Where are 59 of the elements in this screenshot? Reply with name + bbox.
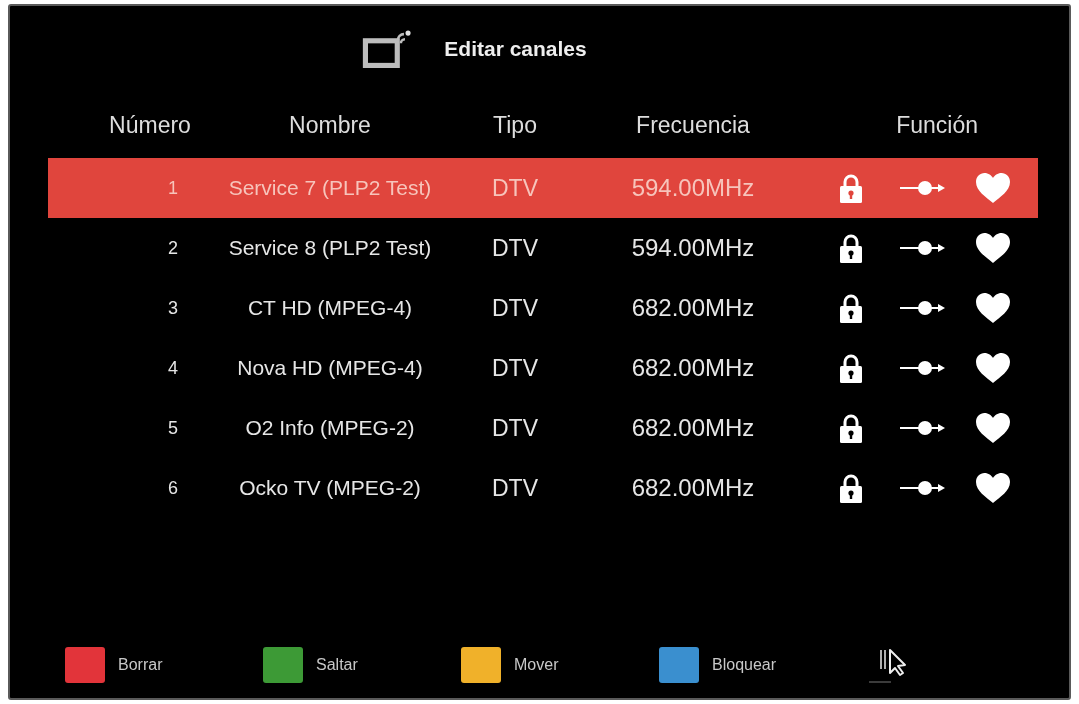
heart-icon bbox=[976, 173, 1010, 203]
channel-type: DTV bbox=[492, 473, 538, 503]
channel-row[interactable]: 6 Ocko TV (MPEG-2) DTV 682.00MHz bbox=[48, 458, 1038, 518]
channel-name: Service 7 (PLP2 Test) bbox=[228, 175, 432, 202]
key-label: Saltar bbox=[316, 655, 358, 675]
channel-name: O2 Info (MPEG-2) bbox=[245, 415, 415, 442]
channel-type: DTV bbox=[492, 293, 538, 323]
channel-row[interactable]: 5 O2 Info (MPEG-2) DTV 682.00MHz bbox=[48, 398, 1038, 458]
channel-frequency: 682.00MHz bbox=[631, 413, 755, 443]
channel-type: DTV bbox=[492, 173, 538, 203]
channel-frequency: 594.00MHz bbox=[631, 173, 755, 203]
channel-number: 1 bbox=[168, 176, 179, 200]
column-header: Tipo bbox=[492, 110, 538, 140]
channel-type: DTV bbox=[492, 413, 538, 443]
heart-icon bbox=[976, 353, 1010, 383]
channel-row[interactable]: 3 CT HD (MPEG-4) DTV 682.00MHz bbox=[48, 278, 1038, 338]
channel-type: DTV bbox=[492, 233, 538, 263]
channel-name: Service 8 (PLP2 Test) bbox=[228, 235, 432, 262]
heart-icon bbox=[976, 233, 1010, 263]
channel-frequency: 682.00MHz bbox=[631, 353, 755, 383]
dot-arrow-icon bbox=[900, 420, 946, 436]
channel-name: Nova HD (MPEG-4) bbox=[237, 355, 423, 382]
lock-icon bbox=[840, 233, 862, 263]
lock-icon bbox=[840, 293, 862, 323]
key-label: Mover bbox=[514, 655, 559, 675]
key-label: Bloquear bbox=[712, 655, 777, 675]
channel-number: 2 bbox=[168, 236, 179, 260]
channel-frequency: 682.00MHz bbox=[631, 293, 755, 323]
channel-frequency: 682.00MHz bbox=[631, 473, 755, 503]
column-header: Frecuencia bbox=[635, 110, 751, 140]
heart-icon bbox=[976, 473, 1010, 503]
column-header: Nombre bbox=[288, 110, 372, 140]
dot-arrow-icon bbox=[900, 180, 946, 196]
channel-name: Ocko TV (MPEG-2) bbox=[239, 475, 421, 502]
channel-row[interactable]: 2 Service 8 (PLP2 Test) DTV 594.00MHz bbox=[48, 218, 1038, 278]
column-header: Número bbox=[108, 110, 192, 140]
lock-icon bbox=[840, 173, 862, 203]
dot-arrow-icon bbox=[900, 480, 946, 496]
channel-frequency: 594.00MHz bbox=[631, 233, 755, 263]
column-header: Función bbox=[895, 110, 979, 140]
channel-row[interactable]: 4 Nova HD (MPEG-4) DTV 682.00MHz bbox=[48, 338, 1038, 398]
channel-type: DTV bbox=[492, 353, 538, 383]
cursor-icon bbox=[869, 647, 909, 683]
key-label: Borrar bbox=[118, 655, 163, 675]
screen-title: Editar canales bbox=[444, 36, 587, 63]
heart-icon bbox=[976, 413, 1010, 443]
channel-number: 5 bbox=[168, 416, 179, 440]
channel-number: 6 bbox=[168, 476, 179, 500]
dot-arrow-icon bbox=[900, 360, 946, 376]
lock-icon bbox=[840, 413, 862, 443]
lock-icon bbox=[840, 353, 862, 383]
channel-number: 3 bbox=[168, 296, 179, 320]
channel-name: CT HD (MPEG-4) bbox=[247, 295, 413, 322]
dot-arrow-icon bbox=[900, 240, 946, 256]
dot-arrow-icon bbox=[900, 300, 946, 316]
heart-icon bbox=[976, 293, 1010, 323]
lock-icon bbox=[840, 473, 862, 503]
tv-signal-icon bbox=[362, 30, 413, 68]
channel-number: 4 bbox=[168, 356, 179, 380]
